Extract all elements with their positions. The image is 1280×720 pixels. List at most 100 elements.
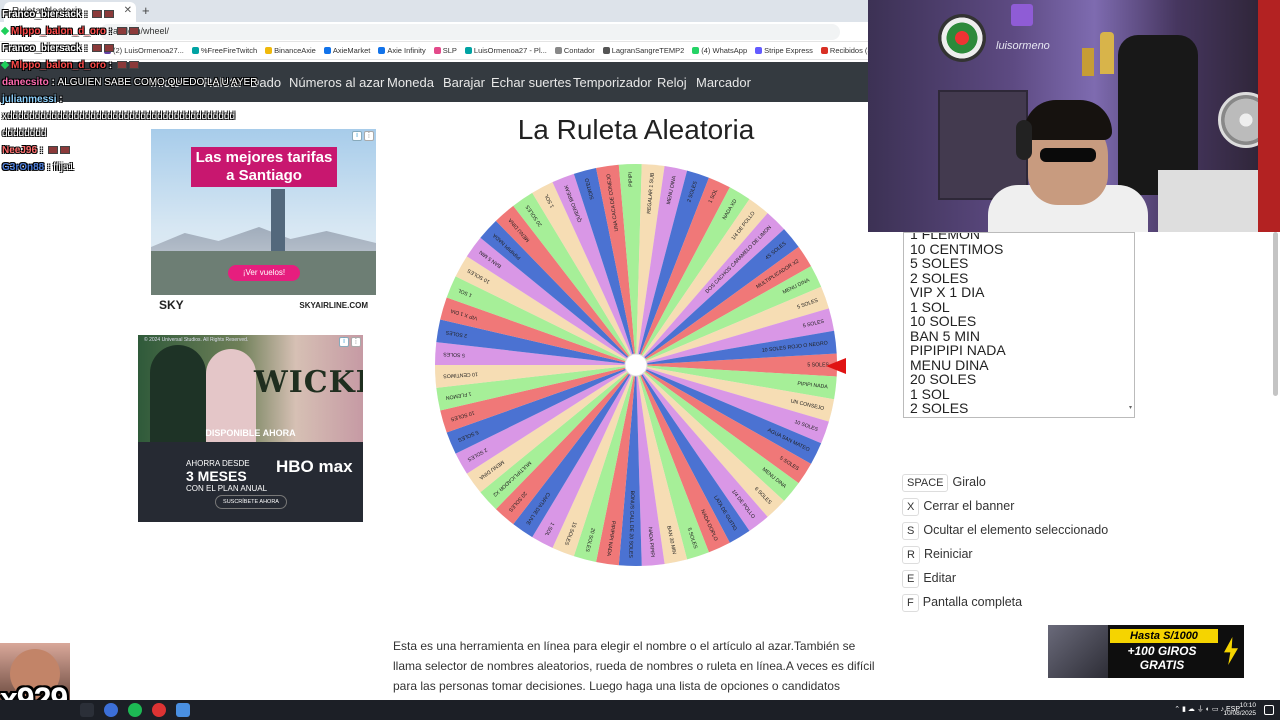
chat-username: Mlppo_balon_d_oro [11,26,106,37]
bookmark-item[interactable]: LagranSangreTEMP2 [602,42,684,59]
nav-link-moneda[interactable]: Moneda [387,75,434,90]
nav-link-n-meros-al-azar[interactable]: Números al azar [289,75,384,90]
app-icon[interactable] [176,703,190,717]
bookmark-item[interactable]: SLP [433,42,457,59]
page-title: La Ruleta Aleatoria [517,114,755,145]
chrome-icon[interactable] [104,703,118,717]
ad-logo: SKY [159,298,184,312]
nav-link-barajar[interactable]: Barajar [443,75,485,90]
bookmark-item[interactable]: Stripe Express [755,42,813,59]
search-icon[interactable] [80,703,94,717]
emote-icon [116,61,127,69]
bookmark-item[interactable]: Recibidos (34.904) -... [820,42,870,59]
windows-taskbar: ⌃ ▮ ☁ ⏚ ◐ ▭ ♪ ESP 10:10 10/08/2025 [0,700,1280,720]
chat-message: G3rOn88 : ffija1 [2,162,75,173]
trophy-icon [1082,48,1094,76]
ad-info-icon[interactable]: i [352,131,362,141]
taskbar-clock[interactable]: 10:10 10/08/2025 [1223,702,1256,718]
hbo-max-ad[interactable]: © 2024 Universal Studios. All Rights Res… [138,335,363,522]
ad-cta-button[interactable]: ¡Ver vuelos! [228,265,300,281]
ad-menu-icon[interactable]: ⋮ [351,337,361,347]
scroll-down-icon[interactable]: ▾ [1129,404,1132,411]
shortcut-f: F Pantalla completa [902,593,1023,612]
ad-available: DISPONIBLE AHORA [205,428,296,438]
chat-message: Mlppo_balon_d_oro : [0,23,272,40]
entries-textarea[interactable]: 1 FLEMON 10 CENTIMOS 5 SOLES 2 SOLES VIP X 1… [903,232,1135,418]
shortcut-label: Cerrar el banner [923,499,1015,513]
shortcut-x: X Cerrar el banner [902,497,1015,516]
ad-menu-icon[interactable]: ⋮ [364,131,374,141]
chat-text: ffija1 [53,162,75,173]
key-cap: R [902,546,920,564]
key-cap: F [902,594,919,612]
shortcut-label: Ocultar el elemento seleccionado [923,523,1109,537]
chat-message: Mlppo_balon_d_oro : [0,57,272,74]
entry-line: 2 SOLES [910,269,969,286]
chat-text: xddddddddddddddddddddddddddddddddddddddd… [2,111,236,139]
entry-line: PIPIPI NADA [910,415,1134,417]
notification-icon[interactable] [1264,705,1274,715]
wheel-segment-label: 5 SOLES [443,351,465,358]
entry-line: BAN 5 MIN [910,327,981,344]
bookmark-icon [378,47,386,54]
chat-username: Franco_biersack [2,43,82,54]
bookmark-icon [433,47,441,54]
streamer-webcam: luisormeno [868,0,1280,232]
hbo-max-logo: HBO max [276,457,353,476]
random-wheel[interactable]: 5 SOLES PIPIPI NADA UN CONSEJO 10 SOLES AGUA… [434,163,838,567]
bookmark-icon [692,47,700,54]
entry-line: VIP X 1 DIA [910,284,985,300]
bookmark-icon [820,47,828,54]
key-cap: SPACE [902,474,949,492]
nav-link-temporizador[interactable]: Temporizador [573,75,652,90]
lightning-icon [1224,637,1238,665]
wheel-hub[interactable] [624,353,648,377]
ad-subscribe-button[interactable]: SUSCRÍBETE AHORA [215,495,287,509]
chat-username: julianmessi [2,94,57,105]
sub-badge-icon [0,26,10,36]
obs-icon[interactable] [152,703,166,717]
bookmark-item[interactable]: BinanceAxie [265,42,316,59]
chat-username: danecsito [2,77,49,88]
wheel-segment-label: PIPIPI [628,172,634,187]
bookmark-icon [602,47,610,54]
entry-line: 10 CENTIMOS [910,240,1004,257]
wheel-pointer-icon [826,358,846,374]
ad-movie-title: WICKED [254,365,363,400]
chat-username: Mlppo_balon_d_oro [11,60,106,71]
emote-icon [116,27,127,35]
shortcut-s: S Ocultar el elemento seleccionado [902,521,1109,540]
entry-line: 1 SOL [910,298,950,315]
emote-icon [47,146,58,154]
ad-offer: AHORRA DESDE 3 MESES CON EL PLAN ANUAL [186,459,268,493]
shortcut-label: Pantalla completa [922,595,1023,609]
emote-icon [92,10,103,18]
shortcut-e: E Editar [902,569,956,588]
nav-link-marcador[interactable]: Marcador [696,75,751,90]
chat-message: Franco_biersack : [2,6,272,23]
shortcut-label: Giralo [952,475,986,489]
bookmark-item[interactable]: (4) WhatsApp [692,42,747,59]
bookmark-item[interactable]: Contador [554,42,595,59]
bookmark-item[interactable]: Axie Infinity [378,42,426,59]
nav-link-reloj[interactable]: Reloj [657,75,687,90]
wheel-svg[interactable]: 5 SOLESPIPIPI NADAUN CONSEJO10 SOLESAGUA… [434,163,838,567]
entry-line: 20 SOLES [910,371,977,387]
headset-icon [1016,120,1032,160]
ad-info-icon[interactable]: i [339,337,349,347]
emote-icon [92,44,103,52]
nav-link-echar-suertes[interactable]: Echar suertes [491,75,571,90]
bookmark-icon [323,47,331,54]
trophy-icon [1100,32,1114,74]
entry-line: 2 SOLES [910,400,969,416]
casino-promo-banner[interactable]: Hasta S/1000 +100 GIROS GRATIS [1048,625,1244,678]
emote-icon [128,61,139,69]
bookmark-item[interactable]: LuisOrmenoa27 - Pl... [464,42,547,59]
entry-line: 5 SOLES [910,255,969,271]
bookmark-icon [464,47,472,54]
ad-site: SKYAIRLINE.COM [299,301,368,310]
page-scrollbar[interactable] [1273,232,1278,396]
spotify-icon[interactable] [128,703,142,717]
bookmark-item[interactable]: AxieMarket [323,42,370,59]
chat-username: Franco_biersack [2,9,82,20]
